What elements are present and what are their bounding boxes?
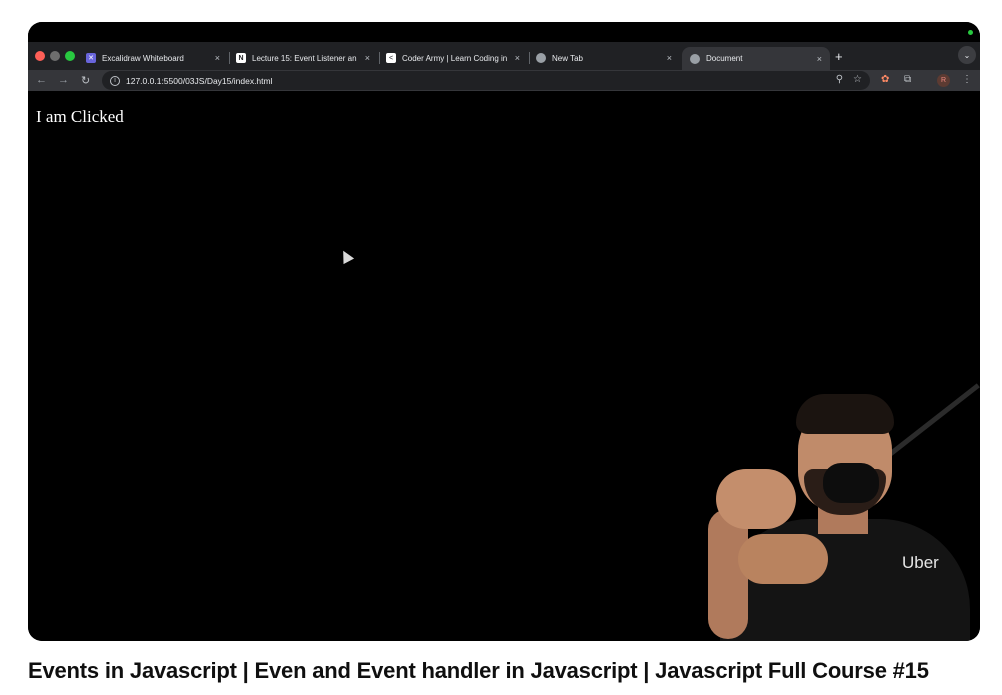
close-icon[interactable]: × xyxy=(817,54,822,64)
chrome-icon xyxy=(536,53,546,63)
maximize-window-button[interactable] xyxy=(65,51,75,61)
tab-document[interactable]: Document × xyxy=(682,47,830,70)
tab-label: Document xyxy=(706,54,743,63)
clicked-text: I am Clicked xyxy=(36,107,124,126)
page-viewport[interactable]: I am Clicked Uber xyxy=(28,99,980,641)
browser-window: ✕ Excalidraw Whiteboard × N Lecture 15: … xyxy=(28,42,980,91)
notion-icon: N xyxy=(236,53,246,63)
recording-indicator xyxy=(968,30,973,35)
extension-icon[interactable]: ✿ xyxy=(881,74,889,85)
close-icon[interactable]: × xyxy=(667,53,672,63)
mouse-cursor-icon xyxy=(337,247,355,265)
back-arrow-icon[interactable]: ← xyxy=(36,74,47,86)
close-window-button[interactable] xyxy=(35,51,45,61)
reload-icon[interactable]: ↻ xyxy=(81,74,90,87)
shirt-logo: Uber xyxy=(902,553,939,572)
coder-army-icon: < xyxy=(386,53,396,63)
url-text: 127.0.0.1:5500/03JS/Day15/index.html xyxy=(126,75,273,86)
close-icon[interactable]: × xyxy=(365,53,370,63)
minimize-window-button[interactable] xyxy=(50,51,60,61)
tab-strip: ✕ Excalidraw Whiteboard × N Lecture 15: … xyxy=(28,42,980,70)
bookmark-star-icon[interactable]: ☆ xyxy=(853,74,862,85)
tab-label: New Tab xyxy=(552,53,583,63)
tab-new-tab[interactable]: New Tab × xyxy=(528,47,680,69)
tab-excalidraw[interactable]: ✕ Excalidraw Whiteboard × xyxy=(78,47,228,69)
tab-coder-army[interactable]: < Coder Army | Learn Coding in × xyxy=(378,47,528,69)
address-bar-actions: ⚲ ☆ xyxy=(836,74,862,85)
browser-toolbar: ← → ↻ i 127.0.0.1:5500/03JS/Day15/index.… xyxy=(28,70,980,91)
puzzle-icon[interactable]: ⧉ xyxy=(904,74,911,85)
presenter-hand xyxy=(716,469,796,529)
zoom-icon[interactable]: ⚲ xyxy=(836,74,843,85)
tab-search-button[interactable]: ⌄ xyxy=(958,46,976,64)
address-bar[interactable]: i 127.0.0.1:5500/03JS/Day15/index.html ⚲… xyxy=(102,71,870,90)
tab-label: Coder Army | Learn Coding in xyxy=(402,53,508,63)
new-tab-button[interactable]: + xyxy=(835,49,843,64)
forward-arrow-icon[interactable]: → xyxy=(58,74,69,86)
globe-icon xyxy=(690,53,700,64)
video-frame[interactable]: ✕ Excalidraw Whiteboard × N Lecture 15: … xyxy=(28,22,980,641)
presenter-hand xyxy=(738,534,828,584)
close-icon[interactable]: × xyxy=(215,53,220,63)
tab-label: Excalidraw Whiteboard xyxy=(102,53,184,63)
avatar[interactable]: R xyxy=(937,74,950,87)
close-icon[interactable]: × xyxy=(515,53,520,63)
video-top-strip xyxy=(28,22,980,42)
video-title[interactable]: Events in Javascript | Even and Event ha… xyxy=(28,658,929,684)
excalidraw-icon: ✕ xyxy=(86,53,96,63)
tab-lecture-15[interactable]: N Lecture 15: Event Listener an × xyxy=(228,47,378,69)
site-info-icon[interactable]: i xyxy=(110,75,120,86)
kebab-menu-icon[interactable]: ⋮ xyxy=(962,74,972,85)
microphone-icon xyxy=(823,463,879,503)
presenter-hair xyxy=(796,394,894,434)
tab-label: Lecture 15: Event Listener an xyxy=(252,53,357,63)
presenter-video: Uber xyxy=(678,359,980,641)
